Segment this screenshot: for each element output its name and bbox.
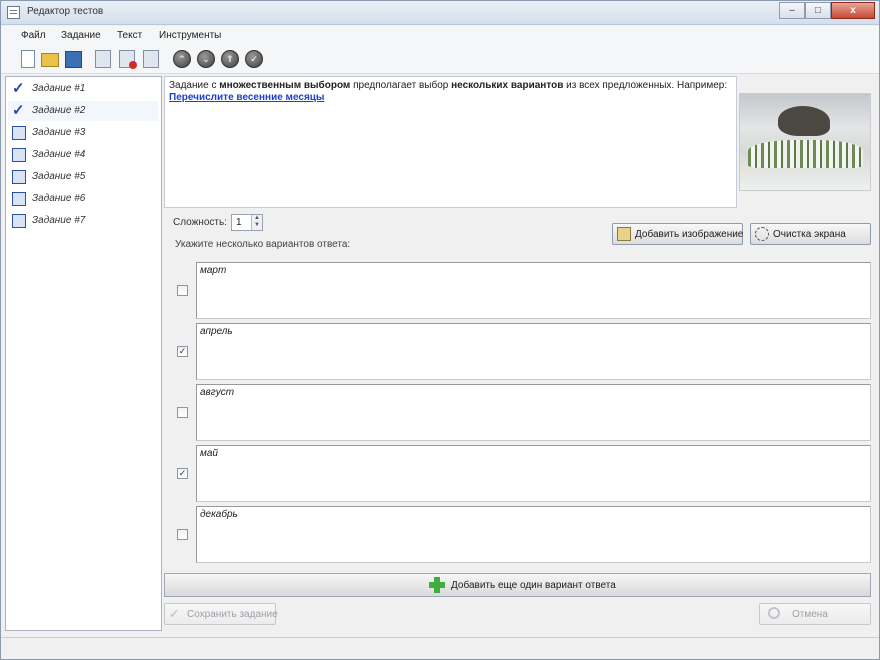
task-item-7[interactable]: Задание #7 xyxy=(8,211,158,231)
status-bar xyxy=(1,637,879,659)
task-list: ✓ Задание #1 ✓ Задание #2 Задание #3 Зад… xyxy=(5,76,162,631)
ordering-icon xyxy=(12,126,26,140)
menu-task[interactable]: Задание xyxy=(61,30,101,41)
check-icon: ✓ xyxy=(12,102,25,119)
save-task-button[interactable]: ✓ Сохранить задание xyxy=(164,603,278,625)
task-item-1[interactable]: ✓ Задание #1 xyxy=(8,79,158,99)
answer-checkbox-1[interactable] xyxy=(177,285,188,296)
add-task-icon[interactable] xyxy=(95,50,111,68)
close-button[interactable]: x xyxy=(831,2,875,19)
task-label: Задание #3 xyxy=(32,127,86,138)
difficulty-value: 1 xyxy=(236,217,242,228)
check-icon: ✓ xyxy=(12,80,25,97)
task-item-6[interactable]: Задание #6 xyxy=(8,189,158,209)
toolbar: ⌃ ⌄ ⇑ ✓ xyxy=(1,46,879,74)
desc-text-3: из всех предложенных. Например: xyxy=(563,80,728,91)
title-bar[interactable]: Редактор тестов – □ x xyxy=(1,1,879,25)
answer-row-5: декабрь xyxy=(164,506,871,563)
app-icon xyxy=(7,6,20,19)
menu-tools[interactable]: Инструменты xyxy=(159,30,221,41)
menu-file[interactable]: Файл xyxy=(21,30,46,41)
checkmark-icon: ✓ xyxy=(169,606,180,621)
task-label: Задание #7 xyxy=(32,215,86,226)
task-label: Задание #5 xyxy=(32,171,86,182)
matching-icon xyxy=(12,148,26,162)
window-controls: – □ x xyxy=(779,2,875,19)
spin-arrows-icon[interactable]: ▲ ▼ xyxy=(251,215,262,230)
maximize-button[interactable]: □ xyxy=(805,2,831,19)
minimize-button[interactable]: – xyxy=(779,2,805,19)
move-bottom-icon[interactable]: ✓ xyxy=(245,50,263,68)
answer-input-3[interactable]: август xyxy=(196,384,871,441)
input-icon xyxy=(12,170,26,184)
clear-icon xyxy=(755,227,769,241)
answers-hint: Укажите несколько вариантов ответа: xyxy=(175,239,351,250)
task-item-2[interactable]: ✓ Задание #2 xyxy=(8,101,158,121)
answer-row-1: март xyxy=(164,262,871,319)
task-item-3[interactable]: Задание #3 xyxy=(8,123,158,143)
menu-bar: Файл Задание Текст Инструменты xyxy=(1,26,879,46)
area-icon xyxy=(12,214,26,228)
task-label: Задание #1 xyxy=(32,83,86,94)
difficulty-stepper[interactable]: 1 ▲ ▼ xyxy=(231,214,263,231)
task-item-5[interactable]: Задание #5 xyxy=(8,167,158,187)
answer-checkbox-2[interactable]: ✓ xyxy=(177,346,188,357)
copy-task-icon[interactable] xyxy=(143,50,159,68)
plus-icon xyxy=(429,577,445,593)
move-up-icon[interactable]: ⌃ xyxy=(173,50,191,68)
text-input-icon xyxy=(12,192,26,206)
desc-bold-1: множественным выбором xyxy=(219,80,351,91)
clear-screen-button[interactable]: Очистка экрана xyxy=(750,223,871,245)
answer-row-4: ✓ май xyxy=(164,445,871,502)
answer-checkbox-4[interactable]: ✓ xyxy=(177,468,188,479)
desc-text-1: Задание с xyxy=(169,80,220,91)
answer-checkbox-3[interactable] xyxy=(177,407,188,418)
task-label: Задание #4 xyxy=(32,149,86,160)
desc-text-2: предполагает выбор xyxy=(350,80,452,91)
image-rock xyxy=(778,106,830,136)
menu-text[interactable]: Текст xyxy=(117,30,142,41)
app-window: Редактор тестов – □ x Файл Задание Текст… xyxy=(0,0,880,660)
image-icon xyxy=(617,227,631,241)
add-image-button[interactable]: Добавить изображение xyxy=(612,223,743,245)
open-folder-icon[interactable] xyxy=(41,53,59,67)
answer-input-5[interactable]: декабрь xyxy=(196,506,871,563)
image-snowdrops xyxy=(748,140,863,168)
undo-icon xyxy=(768,607,780,619)
task-item-4[interactable]: Задание #4 xyxy=(8,145,158,165)
save-icon[interactable] xyxy=(65,51,82,68)
move-down-icon[interactable]: ⌄ xyxy=(197,50,215,68)
answer-input-4[interactable]: май xyxy=(196,445,871,502)
question-text: Перечислите весенние месяцы xyxy=(169,92,325,103)
task-label: Задание #2 xyxy=(32,105,86,116)
add-variant-button[interactable]: Добавить еще один вариант ответа xyxy=(164,573,871,597)
task-image xyxy=(739,93,871,191)
answer-row-2: ✓ апрель xyxy=(164,323,871,380)
task-label: Задание #6 xyxy=(32,193,86,204)
cancel-button[interactable]: Отмена xyxy=(759,603,871,625)
delete-task-icon[interactable] xyxy=(119,50,137,69)
move-top-icon[interactable]: ⇑ xyxy=(221,50,239,68)
answer-input-1[interactable]: март xyxy=(196,262,871,319)
difficulty-label: Сложность: xyxy=(173,217,227,228)
answer-checkbox-5[interactable] xyxy=(177,529,188,540)
new-document-icon[interactable] xyxy=(21,50,35,68)
desc-bold-2: нескольких вариантов xyxy=(451,80,564,91)
answer-row-3: август xyxy=(164,384,871,441)
answer-input-2[interactable]: апрель xyxy=(196,323,871,380)
task-description[interactable]: Задание с множественным выбором предпола… xyxy=(164,76,737,208)
window-title: Редактор тестов xyxy=(27,6,104,17)
